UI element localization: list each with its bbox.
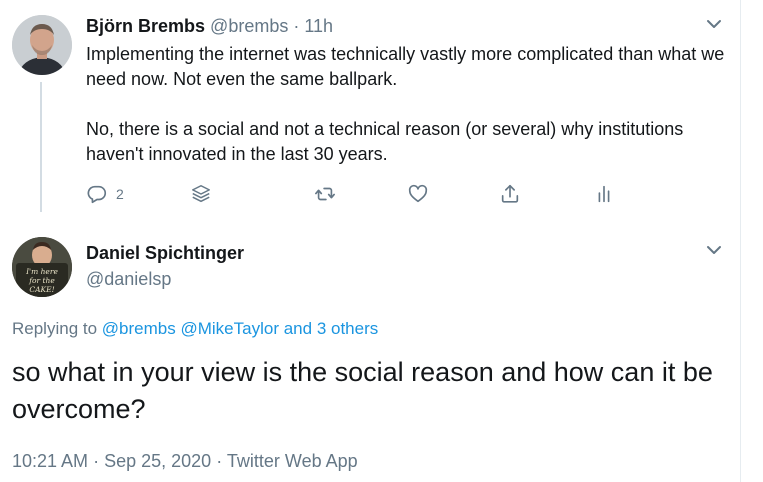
tweet-source: Twitter Web App (226, 451, 358, 471)
chevron-down-icon[interactable] (702, 12, 726, 36)
replying-prefix: Replying to (12, 319, 98, 338)
tweet-time[interactable]: 11h (304, 16, 333, 36)
avatar[interactable]: I'm here for the CAKE! (12, 237, 72, 297)
reply-icon (87, 185, 107, 204)
reply-others-link[interactable]: 3 others (317, 319, 378, 338)
like-button[interactable] (407, 180, 429, 208)
avatar[interactable] (12, 15, 72, 75)
separator: · (216, 451, 223, 471)
avatar-sign-line: CAKE! (29, 285, 54, 294)
reply-button[interactable]: 2 (86, 180, 124, 208)
avatar-sign-line: I'm here (25, 267, 58, 276)
author-name[interactable]: Björn Brembs (86, 16, 205, 36)
reply-user-link[interactable]: @brembs (102, 319, 176, 338)
replying-to: Replying to @brembs @MikeTaylor and 3 ot… (12, 318, 378, 340)
separator: · (293, 16, 300, 36)
tweet-meta: 10:21 AM · Sep 25, 2020 · Twitter Web Ap… (12, 450, 358, 472)
timeline-border (740, 0, 741, 482)
author-handle[interactable]: @danielsp (86, 268, 171, 290)
author-handle[interactable]: @brembs (210, 16, 288, 36)
retweet-button[interactable] (314, 180, 336, 208)
avatar-sign-line: for the (28, 276, 55, 285)
separator: · (93, 451, 100, 471)
tweet-header: Björn Brembs @brembs · 11h (86, 15, 333, 37)
tweet-time-link[interactable]: 10:21 AM (12, 451, 88, 471)
tweet-text: Implementing the internet was technicall… (86, 42, 726, 167)
tweet-text: so what in your view is the social reaso… (12, 357, 713, 424)
analytics-button[interactable] (593, 180, 615, 208)
analytics-icon (598, 185, 610, 203)
tweet-paragraph: No, there is a social and not a technica… (86, 119, 684, 164)
reply-conjunction[interactable]: and (284, 319, 312, 338)
retweet-icon (315, 187, 335, 201)
thread-stack-button[interactable] (190, 180, 212, 208)
share-icon (501, 184, 519, 203)
reply-count: 2 (116, 186, 124, 202)
tweet-date-link[interactable]: Sep 25, 2020 (104, 451, 211, 471)
tweet-actions: 2 (86, 180, 646, 210)
heart-icon (408, 184, 428, 203)
stack-icon (192, 185, 210, 203)
chevron-down-icon[interactable] (702, 238, 726, 262)
reply-user-link[interactable]: @MikeTaylor (180, 319, 279, 338)
author-name[interactable]: Daniel Spichtinger (86, 242, 244, 264)
tweet-paragraph: Implementing the internet was technicall… (86, 44, 725, 89)
share-button[interactable] (499, 180, 521, 208)
thread-line (40, 82, 42, 212)
